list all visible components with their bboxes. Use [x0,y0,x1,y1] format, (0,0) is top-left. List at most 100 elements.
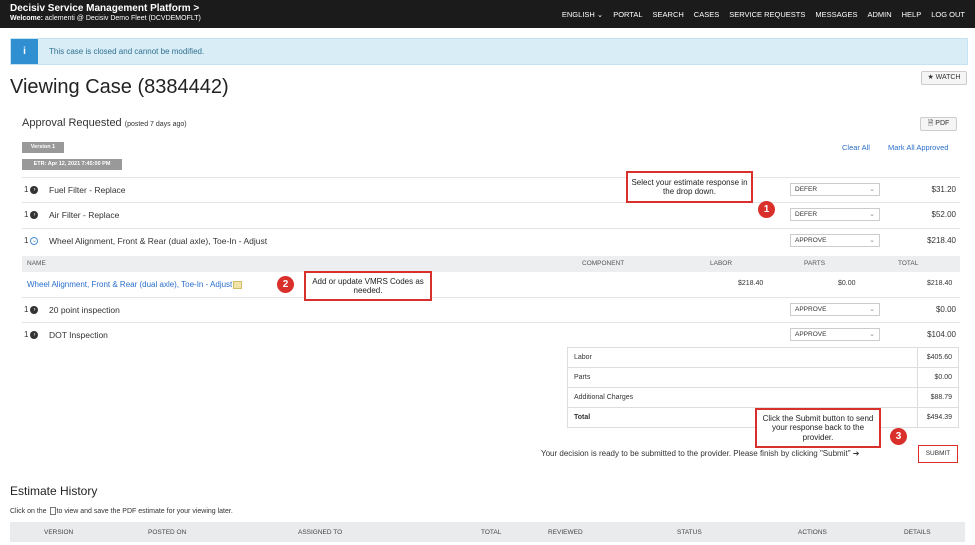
response-select[interactable]: APPROVE ⌄ [790,303,880,316]
col-actions: ACTIONS [798,529,827,536]
col-labor: LABOR [710,260,733,267]
qty-toggle[interactable]: 1 › [24,210,39,219]
welcome-prefix: Welcome: [10,15,43,22]
nav-service-requests[interactable]: SERVICE REQUESTS [729,10,805,19]
detail-table-row: Wheel Alignment, Front & Rear (dual axle… [22,272,960,297]
item-price: $218.40 [927,236,956,245]
callout-select-response: Select your estimate response in the dro… [626,171,753,203]
nav-search[interactable]: SEARCH [653,10,684,19]
vmrs-edit-icon[interactable] [233,280,243,289]
select-value: APPROVE [795,306,827,313]
app-brand[interactable]: Decisiv Service Management Platform > [10,3,199,14]
version-badge: Version 1 [22,142,64,153]
col-details: DETAILS [904,529,931,536]
qty-toggle[interactable]: 1 › [24,330,39,339]
col-assigned-to: ASSIGNED TO [298,529,343,536]
submit-button[interactable]: SUBMIT [918,445,958,463]
expand-icon[interactable]: › [30,330,39,339]
response-select[interactable]: DEFER ⌄ [790,183,880,196]
etr-badge: ETR: Apr 12, 2021 7:45:00 PM [22,159,122,170]
estimate-line-item: 1 › Air Filter - Replace DEFER ⌄ $52.00 [22,202,960,227]
watch-button[interactable]: ★ WATCH [921,71,967,85]
qty-value: 1 [24,305,29,314]
estimate-line-item: 1 ⌄ Wheel Alignment, Front & Rear (dual a… [22,228,960,253]
page-title: Viewing Case (8384442) [10,76,229,98]
select-value: APPROVE [795,237,827,244]
expand-icon[interactable]: › [30,185,39,194]
totals-row: Additional Charges $88.79 [567,387,959,408]
qty-toggle[interactable]: 1 ⌄ [24,236,39,245]
totals-value: $88.79 [930,394,952,401]
item-name: Wheel Alignment, Front & Rear (dual axle… [49,236,268,246]
col-component: COMPONENT [582,260,625,267]
totals-value: $494.39 [926,414,952,421]
estimate-line-item: 1 › 20 point inspection APPROVE ⌄ $0.00 [22,297,960,322]
response-select[interactable]: DEFER ⌄ [790,208,880,221]
totals-value: $405.60 [926,354,952,361]
select-value: DEFER [795,211,818,218]
item-price: $104.00 [927,330,956,339]
collapse-icon[interactable]: ⌄ [30,236,39,245]
expand-icon[interactable]: › [30,305,39,314]
col-status: STATUS [677,529,702,536]
estimate-history-title: Estimate History [10,484,98,498]
nav-admin[interactable]: ADMIN [867,10,891,19]
nav-messages[interactable]: MESSAGES [815,10,857,19]
col-total: TOTAL [481,529,502,536]
nav-portal[interactable]: PORTAL [613,10,642,19]
totals-label: Total [574,414,591,421]
totals-label: Additional Charges [574,394,634,401]
subtitle-post: to view and save the PDF estimate for yo… [56,507,233,515]
col-posted-on: POSTED ON [148,529,187,536]
chevron-down-icon: ⌄ [869,211,875,218]
detail-item-link[interactable]: Wheel Alignment, Front & Rear (dual axle… [27,280,232,289]
qty-value: 1 [24,185,29,194]
detail-total: $218.40 [927,280,953,287]
col-version: VERSION [44,529,74,536]
main-nav: ENGLISH ⌄ PORTAL SEARCH CASES SERVICE RE… [562,10,965,19]
nav-language[interactable]: ENGLISH ⌄ [562,10,603,19]
pdf-icon [49,507,56,515]
totals-row: Labor $405.60 [567,347,959,368]
detail-parts: $0.00 [838,280,856,287]
col-parts: PARTS [804,260,826,267]
nav-logout[interactable]: LOG OUT [931,10,965,19]
detail-labor: $218.40 [738,280,764,287]
item-name: Fuel Filter - Replace [49,185,126,195]
history-table-header: VERSION POSTED ON ASSIGNED TO TOTAL REVI… [10,522,965,542]
item-price: $52.00 [931,210,956,219]
chevron-down-icon: ⌄ [869,331,875,338]
closed-case-alert: i This case is closed and cannot be modi… [10,38,968,65]
pdf-button[interactable]: 🗎 PDF [920,117,957,131]
decision-message: Your decision is ready to be submitted t… [541,449,860,458]
col-name: NAME [27,260,46,267]
item-name: Air Filter - Replace [49,210,120,220]
nav-help[interactable]: HELP [902,10,922,19]
expand-icon[interactable]: › [30,210,39,219]
info-icon: i [11,39,38,64]
callout-vmrs-codes: Add or update VMRS Codes as needed. [304,271,432,301]
callout-submit: Click the Submit button to send your res… [755,408,881,448]
clear-all-link[interactable]: Clear All [842,143,870,152]
estimate-line-item: 1 › DOT Inspection APPROVE ⌄ $104.00 [22,322,960,347]
totals-row: Parts $0.00 [567,367,959,388]
qty-value: 1 [24,330,29,339]
approval-title: Approval Requested [22,117,122,129]
item-name: DOT Inspection [49,330,108,340]
chevron-down-icon: ⌄ [869,186,875,193]
col-reviewed: REVIEWED [548,529,583,536]
detail-table-header: NAME COMPONENT LABOR PARTS TOTAL [22,256,960,272]
pdf-icon: 🗎 [927,120,934,127]
estimate-line-item: 1 › Fuel Filter - Replace DEFER ⌄ $31.20 [22,177,960,202]
select-value: APPROVE [795,331,827,338]
item-price: $0.00 [935,305,956,314]
response-select[interactable]: APPROVE ⌄ [790,328,880,341]
qty-toggle[interactable]: 1 › [24,185,39,194]
response-select[interactable]: APPROVE ⌄ [790,234,880,247]
mark-all-approved-link[interactable]: Mark All Approved [888,143,948,152]
item-name: 20 point inspection [49,305,120,315]
nav-cases[interactable]: CASES [694,10,719,19]
top-navbar: Decisiv Service Management Platform > We… [0,0,975,28]
qty-toggle[interactable]: 1 › [24,305,39,314]
welcome-text: Welcome: aclementi @ Decisiv Demo Fleet … [10,15,201,22]
